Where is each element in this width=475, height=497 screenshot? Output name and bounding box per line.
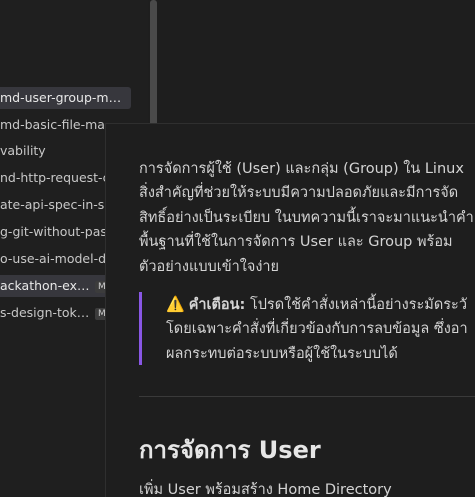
intro-paragraph: การจัดการผู้ใช้ (User) และกลุ่ม (Group) …	[139, 157, 474, 279]
section-heading: การจัดการ User	[139, 436, 321, 464]
horizontal-rule	[139, 396, 475, 397]
file-name: md-basic-file-ma	[0, 117, 105, 132]
callout-text: ⚠️ คำเตือน: โปรดใช้คำสั่งเหล่านี้อย่างระม…	[166, 292, 468, 366]
warning-callout: ⚠️ คำเตือน: โปรดใช้คำสั่งเหล่านี้อย่างระม…	[139, 292, 475, 365]
warning-line: ผลกระทบต่อระบบหรือผู้ใช้ในระบบได้	[166, 345, 398, 362]
file-name: g-git-without-pass	[0, 224, 114, 239]
warning-line: โปรดใช้คำสั่งเหล่านี้อย่างระมัดระวั	[249, 297, 467, 313]
file-name: md-user-group-m…	[0, 90, 122, 105]
intro-line: การจัดการผู้ใช้ (User) และกลุ่ม (Group) …	[139, 161, 464, 177]
file-name: vability	[0, 143, 46, 158]
intro-line: พื้นฐานที่ใช้ในการจัดการ User และ Group …	[139, 234, 453, 251]
file-item[interactable]: md-user-group-m…	[0, 87, 131, 109]
intro-line: สิทธิ์อย่างเป็นระเบียบ ในบทความนี้เราจะม…	[139, 209, 474, 226]
intro-line: สิ่งสำคัญที่ช่วยให้ระบบมีความปลอดภัยและม…	[139, 185, 459, 202]
file-name: ate-api-spec-in-s	[0, 197, 105, 212]
warning-line: โดยเฉพาะคำสั่งที่เกี่ยวข้องกับการลบข้อมู…	[166, 321, 468, 338]
warning-icon: ⚠️	[166, 295, 185, 313]
warning-label: คำเตือน:	[188, 297, 246, 313]
subsection-text: เพิ่ม User พร้อมสร้าง Home Directory	[139, 482, 392, 497]
file-name: o-use-ai-model-d	[0, 251, 107, 266]
file-name: ackathon-ex…	[0, 278, 90, 293]
file-name: nd-http-request-c	[0, 170, 110, 185]
sidebar-scrollbar-thumb[interactable]	[150, 0, 157, 128]
markdown-preview: การจัดการผู้ใช้ (User) และกลุ่ม (Group) …	[105, 123, 475, 497]
file-name: s-design-tok…	[0, 305, 90, 320]
intro-line: ตัวอย่างแบบเข้าใจง่าย	[139, 258, 280, 275]
